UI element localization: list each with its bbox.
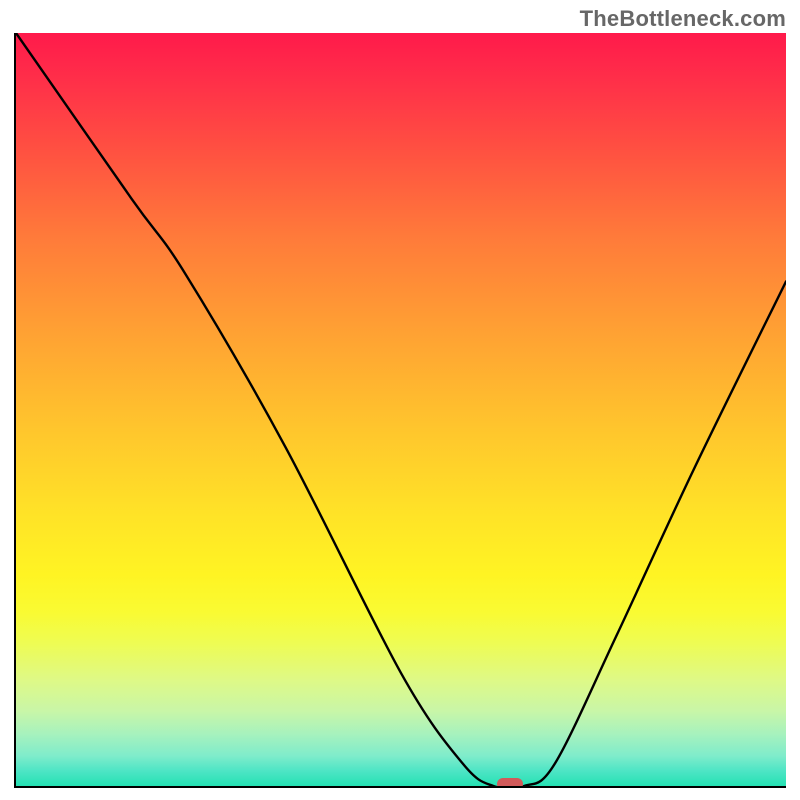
chart-container: TheBottleneck.com	[0, 0, 800, 800]
min-point-marker	[497, 778, 523, 788]
plot-area	[14, 33, 786, 788]
curve-svg	[16, 33, 786, 786]
bottleneck-curve	[16, 33, 786, 786]
watermark-label: TheBottleneck.com	[580, 6, 786, 32]
